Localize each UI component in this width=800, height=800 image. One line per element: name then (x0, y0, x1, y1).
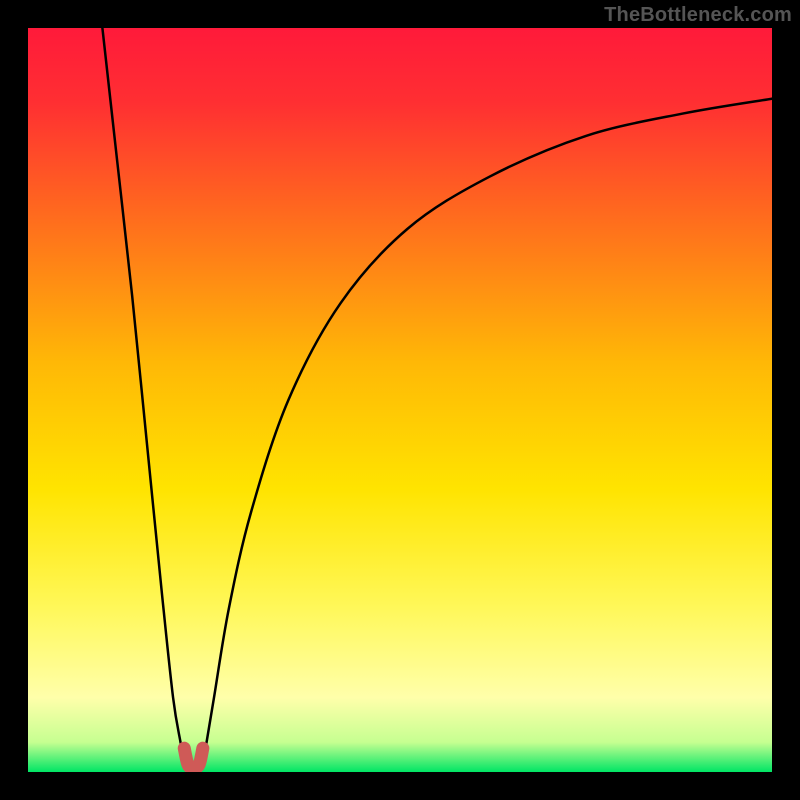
watermark-text: TheBottleneck.com (604, 4, 792, 27)
bottleneck-chart (28, 28, 772, 772)
chart-svg (28, 28, 772, 772)
gradient-background (28, 28, 772, 772)
